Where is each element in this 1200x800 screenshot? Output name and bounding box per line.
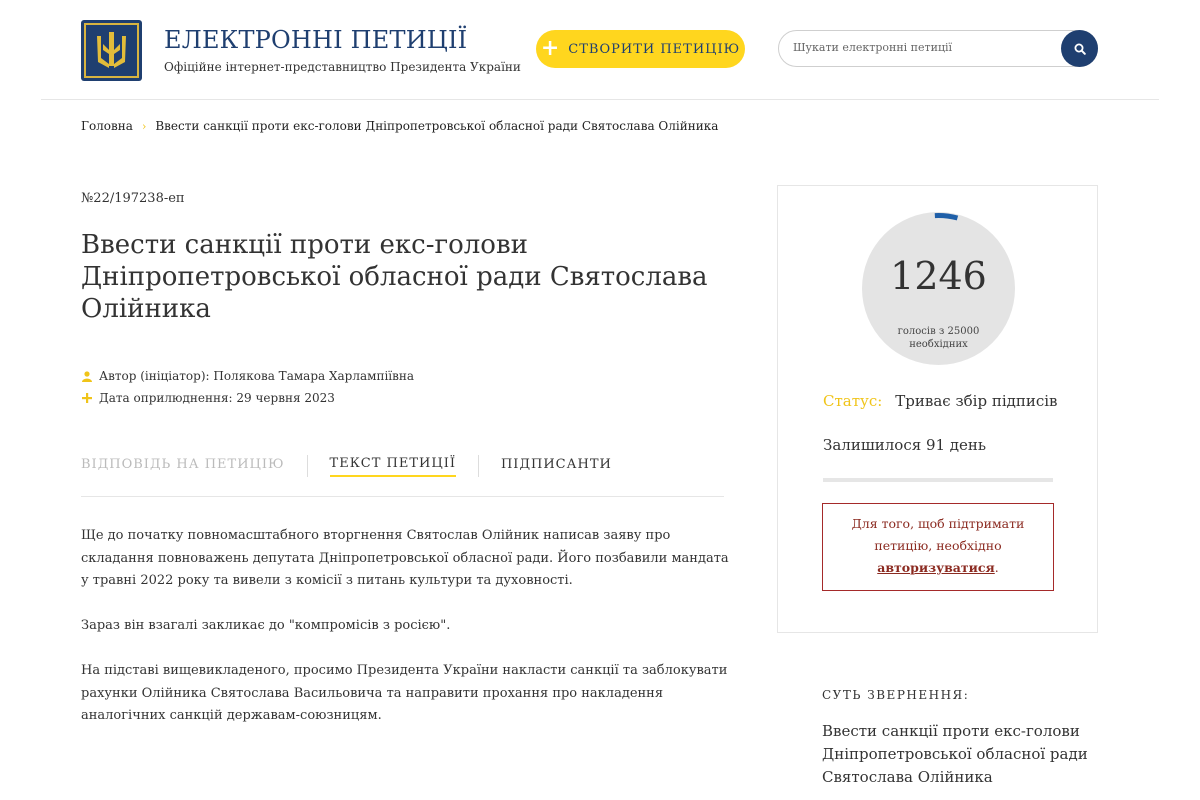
- votes-caption: голосів з 25000 необхідних: [897, 326, 980, 350]
- search-input[interactable]: [793, 41, 1053, 54]
- tab-answer[interactable]: ВІДПОВІДЬ НА ПЕТИЦІЮ: [81, 457, 285, 476]
- essence-text: Ввести санкції проти екс-голови Дніпропе…: [822, 722, 1088, 786]
- petition-author-text: Автор (ініціатор): Полякова Тамара Харла…: [99, 369, 415, 383]
- search-button[interactable]: [1061, 30, 1098, 67]
- petition-date: Дата оприлюднення: 29 червня 2023: [81, 391, 335, 405]
- plus-icon: [81, 393, 93, 403]
- essence-heading: СУТЬ ЗВЕРНЕННЯ:: [822, 688, 970, 702]
- user-icon: [81, 370, 93, 382]
- status-value: Триває збір підписів: [895, 392, 1058, 410]
- petition-author: Автор (ініціатор): Полякова Тамара Харла…: [81, 369, 414, 383]
- auth-link[interactable]: авторизуватися: [877, 560, 995, 575]
- auth-text: Для того, щоб підтримати петицію, необхі…: [851, 516, 1025, 553]
- breadcrumb-separator-icon: ›: [141, 119, 147, 133]
- petition-date-text: Дата оприлюднення: 29 червня 2023: [99, 391, 335, 405]
- votes-count: 1246: [890, 254, 987, 298]
- header-divider: [41, 99, 1159, 100]
- tab-divider: [306, 455, 308, 477]
- petition-number: №22/197238-еп: [81, 191, 185, 206]
- votes-progress-circle: 1246 голосів з 25000 необхідних: [862, 212, 1015, 365]
- search-icon: [1074, 43, 1086, 55]
- tab-signers[interactable]: ПІДПИСАНТИ: [501, 457, 612, 476]
- breadcrumb-home[interactable]: Головна: [81, 119, 133, 133]
- petition-paragraph: Зараз він взагалі закликає до "компроміс…: [81, 618, 451, 633]
- tab-text[interactable]: ТЕКСТ ПЕТИЦІЇ: [329, 456, 456, 477]
- create-petition-label: СТВОРИТИ ПЕТИЦІЮ: [568, 41, 741, 57]
- auth-suffix: .: [994, 560, 999, 575]
- signatures-card: 1246 голосів з 25000 необхідних Статус: …: [777, 185, 1098, 633]
- status-label: Статус:: [823, 392, 883, 410]
- progress-arc: [934, 213, 959, 221]
- petition-title: Ввести санкції проти екс-голови Дніпропе…: [81, 230, 708, 324]
- petition-paragraph: На підставі вищевикладеного, просимо Пре…: [81, 663, 728, 723]
- plus-icon: +: [540, 35, 561, 61]
- create-petition-button[interactable]: + СТВОРИТИ ПЕТИЦІЮ: [536, 30, 745, 68]
- petition-tabs: ВІДПОВІДЬ НА ПЕТИЦІЮ ТЕКСТ ПЕТИЦІЇ ПІДПИ…: [81, 455, 612, 477]
- auth-notice: Для того, щоб підтримати петицію, необхі…: [822, 503, 1054, 591]
- coat-of-arms-logo[interactable]: [81, 20, 142, 81]
- days-left: Залишилося 91 день: [823, 436, 987, 454]
- site-title[interactable]: ЕЛЕКТРОННІ ПЕТИЦІЇ: [164, 26, 467, 54]
- tab-divider: [477, 455, 479, 477]
- content-divider: [81, 496, 724, 497]
- search-box: [778, 30, 1098, 67]
- breadcrumb: Головна › Ввести санкції проти екс-голов…: [81, 119, 718, 133]
- petition-paragraph: Ще до початку повномасштабного вторгненн…: [81, 528, 729, 588]
- days-progress-bar: [823, 478, 1053, 482]
- petition-status: Статус: Триває збір підписів: [823, 392, 1058, 410]
- breadcrumb-current: Ввести санкції проти екс-голови Дніпропе…: [155, 119, 719, 133]
- site-subtitle: Офіційне інтернет-представництво Президе…: [164, 60, 521, 74]
